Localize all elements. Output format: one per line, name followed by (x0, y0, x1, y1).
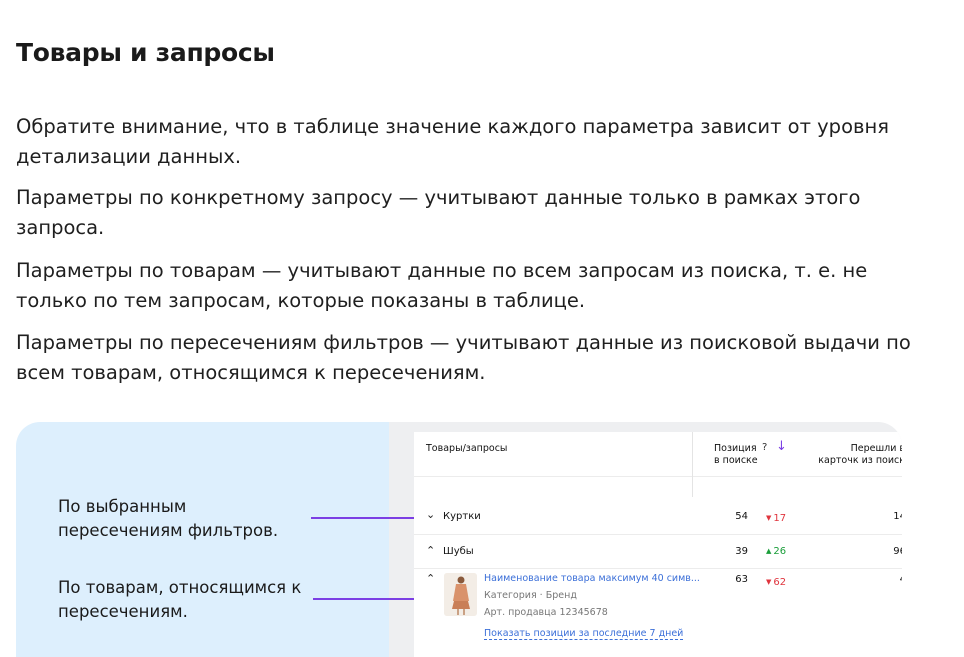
page-title: Товары и запросы (16, 38, 275, 67)
sort-arrow-icon[interactable]: ↓ (776, 439, 787, 454)
trend-down-icon: ▼ (766, 514, 772, 522)
illustration-label-panel: По выбранным пересечениям фильтров. По т… (16, 422, 389, 657)
trend-up-icon: ▲ (766, 547, 772, 555)
position-value: 39 (735, 546, 748, 557)
column-header-position[interactable]: Позиция в поиске (714, 443, 758, 467)
table-row[interactable]: ⌃ Шубы 39 ▲26 96 (414, 535, 902, 569)
product-article: Арт. продавца 12345678 (484, 607, 608, 618)
table-row[interactable]: ⌄ Куртки 54 ▼17 14 (414, 497, 902, 535)
product-row[interactable]: ⌃ Наименование товара максимум 40 симв..… (414, 569, 902, 657)
label-filter-intersections: По выбранным пересечениям фильтров. (58, 497, 279, 540)
column-header-transitions-text: Перешли в карточк из поиск (818, 443, 902, 466)
paragraph-by-query: Параметры по конкретному запросу — учиты… (16, 186, 861, 239)
chevron-up-icon[interactable]: ⌃ (426, 572, 435, 585)
product-image-graphic (444, 573, 477, 616)
illustration: По выбранным пересечениям фильтров. По т… (16, 422, 902, 657)
transitions-value: 14 (893, 511, 902, 522)
transitions-value: 4 (884, 574, 902, 585)
table-header: Товары/запросы Позиция в поиске ? ↓ Пере… (414, 432, 902, 477)
delta-value: 62 (773, 577, 787, 588)
label-products: По товарам, относящимся к пересечениям. (58, 578, 302, 621)
position-change: ▲ 26 (766, 546, 786, 557)
connector-line-products (313, 598, 430, 600)
paragraph-detail-level: Обратите внимание, что в таблице значени… (16, 115, 889, 168)
position-change: ▼ 62 (766, 577, 786, 588)
delta-value: 26 (773, 546, 787, 557)
position-value: 54 (735, 511, 748, 522)
help-icon[interactable]: ? (762, 442, 767, 453)
delta-value: 17 (773, 513, 787, 524)
row-name: Шубы (443, 546, 474, 557)
position-value: 63 (735, 574, 748, 585)
transitions-value: 96 (893, 546, 902, 557)
row-name: Куртки (443, 511, 481, 522)
product-category: Категория · Бренд (484, 590, 577, 601)
column-header-items: Товары/запросы (426, 443, 508, 454)
product-image[interactable] (444, 573, 477, 616)
show-positions-link[interactable]: Показать позиции за последние 7 дней (484, 628, 684, 640)
position-change: ▼ 17 (766, 513, 786, 524)
paragraph-by-products: Параметры по товарам — учитывают данные … (16, 259, 868, 312)
column-divider (692, 432, 693, 497)
chevron-down-icon[interactable]: ⌄ (426, 508, 435, 521)
chevron-up-icon[interactable]: ⌃ (426, 544, 435, 557)
column-header-transitions: Перешли в карточк из поиск (810, 443, 902, 467)
connector-line-filters (311, 517, 416, 519)
trend-down-icon: ▼ (766, 578, 772, 586)
paragraph-by-filters: Параметры по пересечениям фильтров — учи… (16, 331, 911, 384)
mock-table: Товары/запросы Позиция в поиске ? ↓ Пере… (414, 432, 902, 657)
product-name-link[interactable]: Наименование товара максимум 40 симв... (484, 573, 700, 584)
